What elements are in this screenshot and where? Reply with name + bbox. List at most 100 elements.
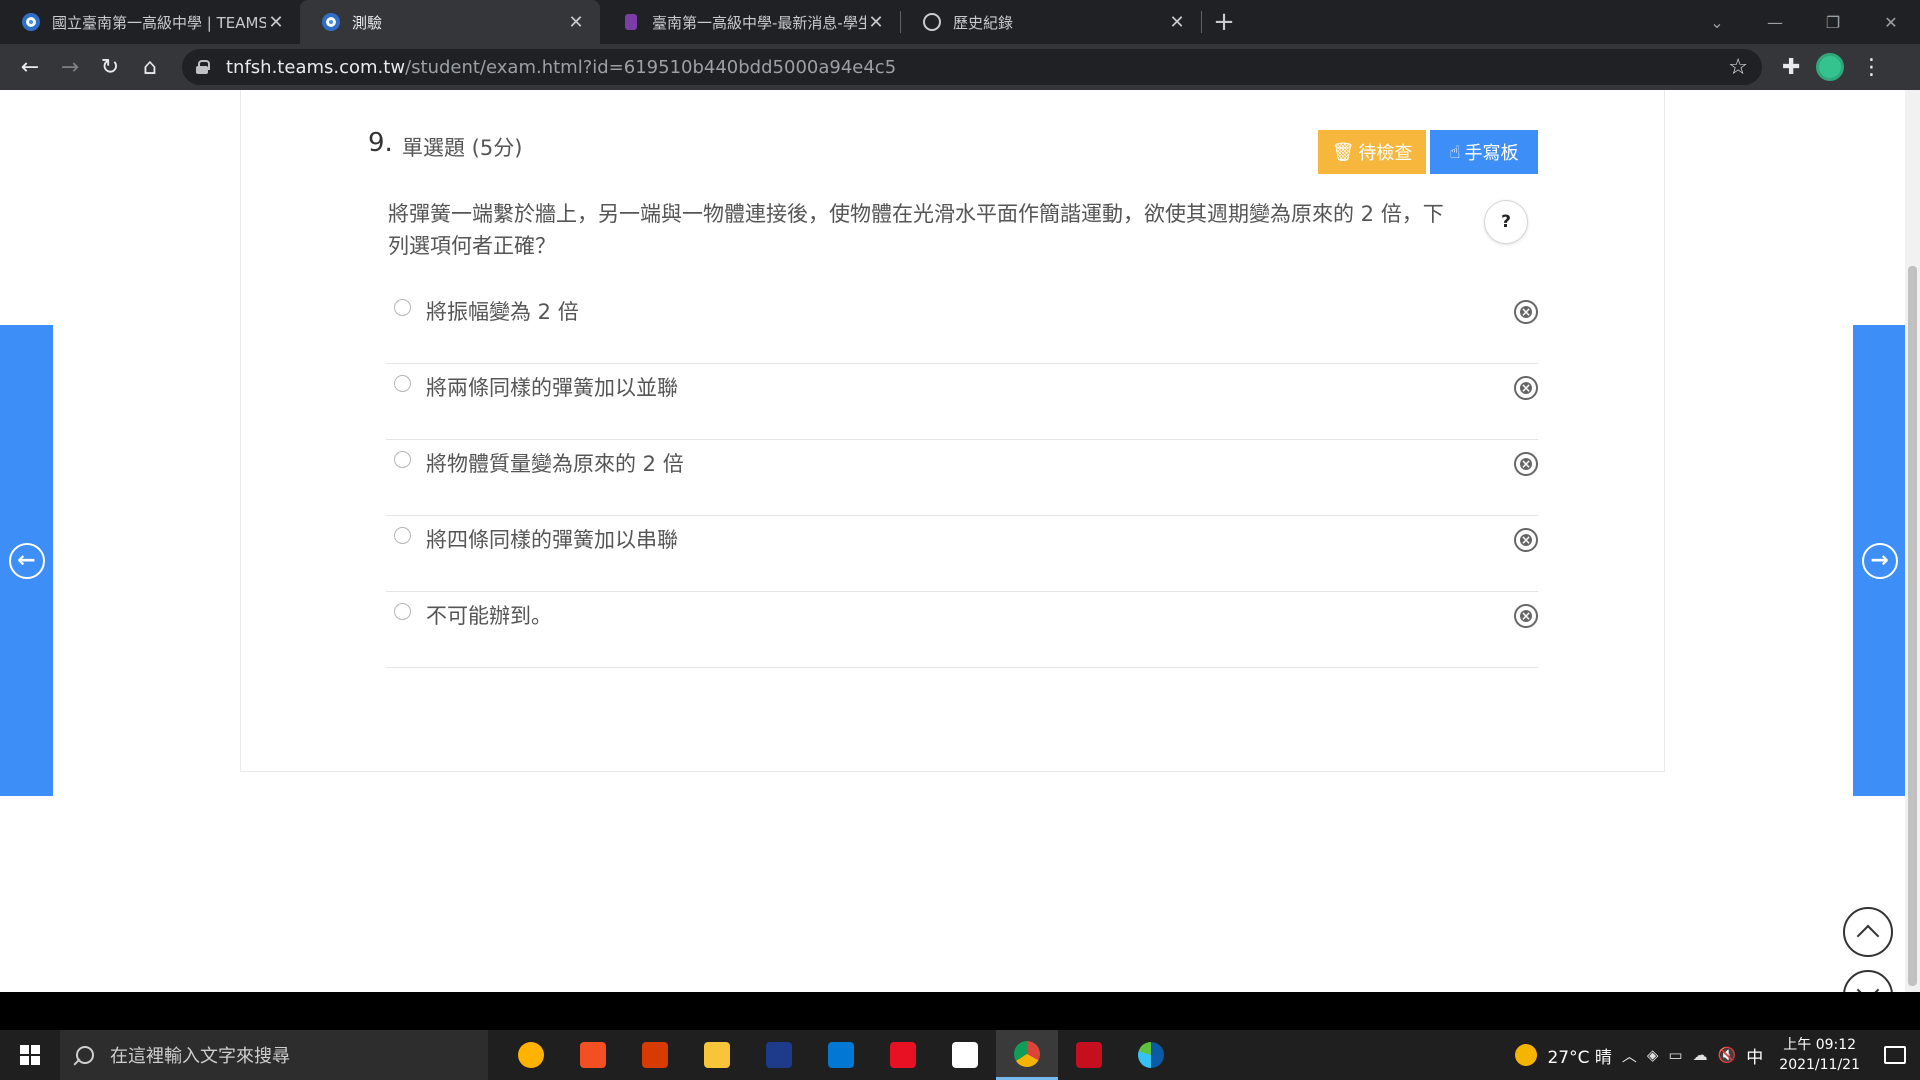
- extensions-puzzle-icon[interactable]: ✚: [1782, 55, 1800, 80]
- taskbar-app-unknown[interactable]: [500, 1030, 562, 1080]
- answer-label: 將振幅變為 2 倍: [426, 300, 579, 324]
- tab-search-icon[interactable]: ⌄: [1688, 13, 1746, 32]
- reload-icon[interactable]: ↻: [90, 47, 130, 87]
- back-icon[interactable]: ←: [10, 47, 50, 87]
- help-button[interactable]: ?: [1484, 200, 1528, 244]
- bottom-bar: [0, 992, 1920, 1030]
- volume-muted-icon[interactable]: 🔇: [1718, 1046, 1737, 1064]
- answer-radio[interactable]: [394, 603, 411, 620]
- onedrive-cloud-icon[interactable]: ☁: [1693, 1046, 1708, 1064]
- notification-center-icon[interactable]: [1884, 1046, 1906, 1064]
- app-window-icon: [1076, 1042, 1102, 1068]
- edge-icon: [1138, 1042, 1164, 1068]
- handwriting-pad-button[interactable]: ☝ 手寫板: [1430, 130, 1538, 174]
- taskbar-app-office[interactable]: [624, 1030, 686, 1080]
- answer-option[interactable]: 將四條同樣的彈簧加以串聯: [386, 516, 1538, 592]
- page-viewport: 9. 單選題 (5分) 🗑 待檢查 ☝ 手寫板 將彈簧一端繫於牆上，另一端與一物…: [0, 90, 1920, 1020]
- scroll-to-top-button[interactable]: [1843, 907, 1893, 957]
- mark-for-review-label: 待檢查: [1358, 143, 1413, 164]
- taskbar-app-chrome[interactable]: [996, 1030, 1058, 1080]
- scrollbar-thumb[interactable]: [1908, 266, 1917, 986]
- answer-option[interactable]: 將兩條同樣的彈簧加以並聯: [386, 364, 1538, 440]
- answer-option[interactable]: 將振幅變為 2 倍: [386, 288, 1538, 364]
- answer-label: 不可能辦到。: [426, 604, 552, 628]
- window-close-icon[interactable]: ✕: [1862, 13, 1920, 32]
- answer-radio[interactable]: [394, 527, 411, 544]
- browser-tab-teams[interactable]: 國立臺南第一高級中學 | TEAMS ✕: [0, 0, 300, 44]
- eliminate-option-icon[interactable]: [1514, 604, 1538, 628]
- school-icon: [625, 14, 637, 30]
- google-icon: [952, 1042, 978, 1068]
- tab-title: 測驗: [352, 13, 383, 32]
- answer-label: 將物體質量變為原來的 2 倍: [426, 452, 684, 476]
- page-scrollbar[interactable]: [1905, 90, 1920, 992]
- taskbar-app-red[interactable]: [1058, 1030, 1120, 1080]
- next-question-button[interactable]: →: [1853, 325, 1906, 796]
- trash-icon: 🗑: [1331, 141, 1355, 163]
- answer-label: 將四條同樣的彈簧加以串聯: [426, 528, 678, 552]
- eliminate-option-icon[interactable]: [1514, 452, 1538, 476]
- mark-for-review-button[interactable]: 🗑 待檢查: [1318, 130, 1426, 174]
- browser-toolbar: ← → ↻ ⌂ tnfsh.teams.com.tw /student/exam…: [0, 44, 1920, 90]
- handwriting-pad-label: 手寫板: [1464, 143, 1519, 164]
- profile-avatar[interactable]: [1816, 53, 1845, 81]
- dropbox-icon[interactable]: ◈: [1647, 1046, 1659, 1064]
- close-icon[interactable]: ✕: [1167, 12, 1187, 33]
- gift-icon: [890, 1042, 916, 1068]
- bookmark-star-icon[interactable]: ☆: [1728, 55, 1748, 80]
- eliminate-option-icon[interactable]: [1514, 300, 1538, 324]
- weather-sun-icon[interactable]: [1515, 1044, 1538, 1066]
- pointer-icon: ☝: [1449, 141, 1461, 163]
- taskbar-app-gift[interactable]: [872, 1030, 934, 1080]
- answer-option[interactable]: 將物體質量變為原來的 2 倍: [386, 440, 1538, 516]
- taskbar-clock[interactable]: 上午 09:12 2021/11/21: [1779, 1035, 1860, 1075]
- question-text: 將彈簧一端繫於牆上，另一端與一物體連接後，使物體在光滑水平面作簡諧運動，欲使其週…: [388, 202, 1444, 258]
- taskbar-app-dev[interactable]: [748, 1030, 810, 1080]
- taskbar-app-edge[interactable]: [1120, 1030, 1182, 1080]
- taskbar-app-google[interactable]: [934, 1030, 996, 1080]
- answer-label: 將兩條同樣的彈簧加以並聯: [426, 376, 678, 400]
- address-bar[interactable]: tnfsh.teams.com.tw /student/exam.html?id…: [182, 49, 1762, 85]
- mail-icon: [828, 1042, 854, 1068]
- store-icon: [580, 1042, 606, 1068]
- ime-indicator[interactable]: 中: [1746, 1043, 1763, 1068]
- answer-radio[interactable]: [394, 451, 411, 468]
- eliminate-option-icon[interactable]: [1514, 376, 1538, 400]
- arrow-left-icon: ←: [8, 542, 45, 579]
- answer-radio[interactable]: [394, 375, 411, 392]
- taskbar-search-box[interactable]: 在這裡輸入文字來搜尋: [60, 1030, 488, 1080]
- answer-option[interactable]: 不可能辦到。: [386, 592, 1538, 668]
- answer-radio[interactable]: [394, 299, 411, 316]
- lock-icon[interactable]: [196, 60, 210, 74]
- previous-question-button[interactable]: ←: [0, 325, 53, 796]
- browser-tab-history[interactable]: 歷史紀錄 ✕: [901, 0, 1201, 44]
- search-icon: [76, 1046, 94, 1064]
- chrome-icon: [1014, 1040, 1040, 1067]
- browser-menu-icon[interactable]: ⋮: [1860, 55, 1882, 80]
- new-tab-button[interactable]: +: [1202, 0, 1246, 44]
- taskbar-app-mail[interactable]: [810, 1030, 872, 1080]
- eliminate-option-icon[interactable]: [1514, 528, 1538, 552]
- tray-chevron-icon[interactable]: ︿: [1622, 1045, 1637, 1066]
- tab-title: 歷史紀錄: [953, 13, 1014, 32]
- browser-tab-school-news[interactable]: 臺南第一高級中學-最新消息-學生 ✕: [600, 0, 900, 44]
- close-icon[interactable]: ✕: [866, 12, 886, 33]
- taskbar-app-explorer[interactable]: [686, 1030, 748, 1080]
- restore-icon[interactable]: ❐: [1804, 13, 1862, 32]
- close-icon[interactable]: ✕: [266, 12, 286, 33]
- windows-start-icon[interactable]: [0, 1030, 60, 1080]
- battery-icon[interactable]: ▭: [1668, 1046, 1682, 1064]
- close-icon[interactable]: ✕: [566, 12, 586, 33]
- url-host: tnfsh.teams.com.tw: [226, 56, 406, 78]
- teams-icon: [322, 13, 340, 31]
- app-circle-icon: [518, 1042, 544, 1068]
- home-icon[interactable]: ⌂: [130, 47, 170, 87]
- window-controls: ⌄ — ❐ ✕: [1688, 0, 1920, 44]
- toolbar-actions: ✚ ⋮: [1782, 53, 1882, 81]
- browser-tab-exam[interactable]: 測驗 ✕: [300, 0, 600, 44]
- history-icon: [923, 13, 941, 31]
- minimize-icon[interactable]: —: [1746, 13, 1804, 32]
- weather-text[interactable]: 27°C 晴: [1547, 1043, 1611, 1068]
- forward-icon[interactable]: →: [50, 47, 90, 87]
- taskbar-app-store[interactable]: [562, 1030, 624, 1080]
